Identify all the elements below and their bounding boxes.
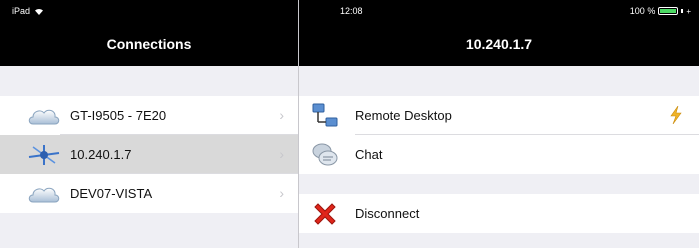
chat-label: Chat: [355, 147, 383, 162]
disconnect-group: Disconnect: [299, 194, 699, 233]
connection-detail-panel: Remote Desktop Chat Disconnect: [299, 66, 699, 248]
connections-list: GT-I9505 - 7E20 › 10.240.1.7 › DEV07-VIS…: [0, 96, 298, 213]
connection-item-selected[interactable]: 10.240.1.7 ›: [0, 135, 298, 174]
connection-label: 10.240.1.7: [70, 147, 132, 162]
connections-panel: GT-I9505 - 7E20 › 10.240.1.7 › DEV07-VIS…: [0, 66, 298, 248]
device-name: iPad: [12, 6, 31, 16]
chevron-right-icon: ›: [279, 107, 284, 123]
actions-group: Remote Desktop Chat: [299, 96, 699, 174]
disconnect-label: Disconnect: [355, 206, 420, 221]
connection-item[interactable]: GT-I9505 - 7E20 ›: [0, 96, 298, 135]
wifi-icon: [35, 8, 44, 15]
status-bar: iPad 12:08 100 % +: [0, 0, 699, 22]
chat-icon: [311, 141, 339, 169]
remote-desktop-label: Remote Desktop: [355, 108, 452, 123]
charging-icon: +: [686, 6, 691, 16]
chevron-right-icon: ›: [279, 146, 284, 162]
battery-icon: [658, 7, 679, 15]
disconnect-row[interactable]: Disconnect: [299, 194, 699, 233]
battery-percent: 100 %: [629, 6, 656, 16]
clock: 12:08: [340, 6, 363, 16]
detail-nav-title: 10.240.1.7: [299, 22, 699, 66]
connection-label: GT-I9505 - 7E20: [70, 108, 167, 123]
chevron-right-icon: ›: [279, 185, 284, 201]
connection-label: DEV07-VISTA: [70, 186, 153, 201]
connection-item[interactable]: DEV07-VISTA ›: [0, 174, 298, 213]
lightning-icon: [669, 105, 683, 127]
network-node-icon: [26, 143, 62, 167]
cloud-icon: [26, 104, 62, 128]
cloud-icon: [26, 182, 62, 206]
remote-desktop-row[interactable]: Remote Desktop: [299, 96, 699, 135]
remote-desktop-icon: [311, 102, 339, 130]
red-x-icon: [311, 200, 339, 228]
master-nav-title: Connections: [0, 22, 298, 66]
chat-row[interactable]: Chat: [299, 135, 699, 174]
